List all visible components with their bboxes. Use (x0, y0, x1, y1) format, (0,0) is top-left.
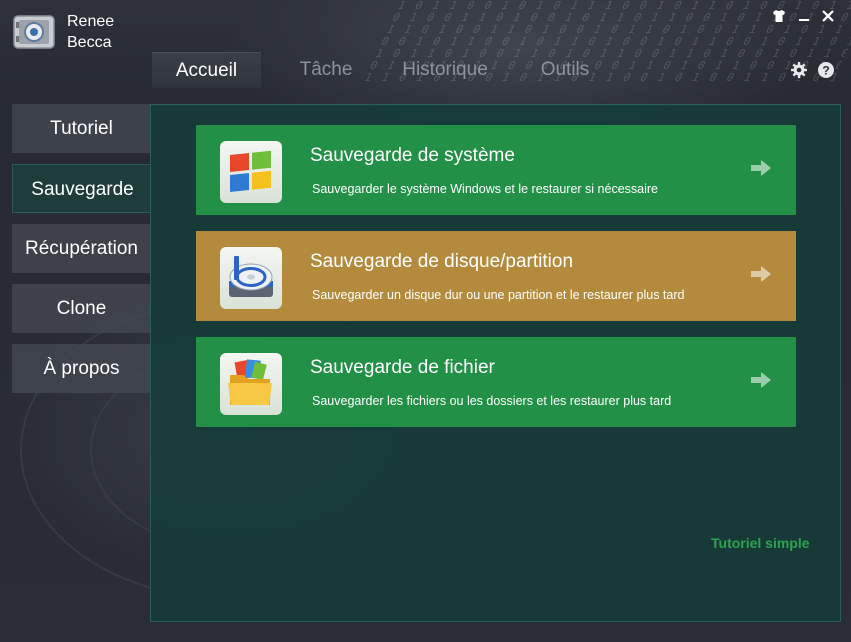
folder-icon (220, 353, 282, 415)
disk-partition-backup-card[interactable]: Sauvegarde de disque/partition Sauvegard… (196, 231, 796, 321)
card-title: Sauvegarde de disque/partition (310, 251, 574, 272)
file-backup-card[interactable]: Sauvegarde de fichier Sauvegarder les fi… (196, 337, 796, 427)
sidebar-item-a-propos[interactable]: À propos (12, 344, 151, 393)
sidebar-item-sauvegarde[interactable]: Sauvegarde (12, 164, 152, 213)
app-logo (12, 12, 58, 52)
app-name-line2: Becca (67, 34, 112, 51)
app-name: Renee Becca (67, 11, 114, 53)
card-title: Sauvegarde de système (310, 145, 515, 166)
card-description: Sauvegarder le système Windows et le res… (312, 182, 658, 196)
tab-outils[interactable]: Outils (525, 52, 605, 88)
tab-tache[interactable]: Tâche (281, 52, 371, 88)
system-backup-card[interactable]: Sauvegarde de système Sauvegarder le sys… (196, 125, 796, 215)
close-icon[interactable] (818, 8, 838, 28)
card-description: Sauvegarder un disque dur ou une partiti… (312, 288, 685, 302)
gear-icon[interactable] (790, 61, 808, 79)
sidebar-item-clone[interactable]: Clone (12, 284, 151, 333)
card-description: Sauvegarder les fichiers ou les dossiers… (312, 394, 672, 408)
tshirt-icon[interactable] (769, 8, 789, 28)
simple-tutorial-link[interactable]: Tutoriel simple (711, 535, 810, 551)
main-panel: Sauvegarde de système Sauvegarder le sys… (150, 104, 841, 622)
svg-text:?: ? (822, 64, 829, 78)
arrow-right-icon (750, 158, 772, 178)
app-name-line1: Renee (67, 13, 115, 30)
help-icon[interactable]: ? (817, 61, 835, 79)
tab-accueil[interactable]: Accueil (152, 52, 261, 88)
sidebar-item-tutoriel[interactable]: Tutoriel (12, 104, 151, 153)
minimize-icon[interactable] (794, 8, 814, 28)
arrow-right-icon (750, 264, 772, 284)
hard-disk-icon (220, 247, 282, 309)
sidebar-item-recuperation[interactable]: Récupération (12, 224, 151, 273)
arrow-right-icon (750, 370, 772, 390)
tab-historique[interactable]: Historique (390, 52, 500, 88)
windows-logo-icon (220, 141, 282, 203)
app-window: 1 0 1 1 0 0 1 0 1 0 1 1 1 0 0 1 0 1 1 0 … (0, 0, 851, 642)
card-title: Sauvegarde de fichier (310, 357, 495, 378)
